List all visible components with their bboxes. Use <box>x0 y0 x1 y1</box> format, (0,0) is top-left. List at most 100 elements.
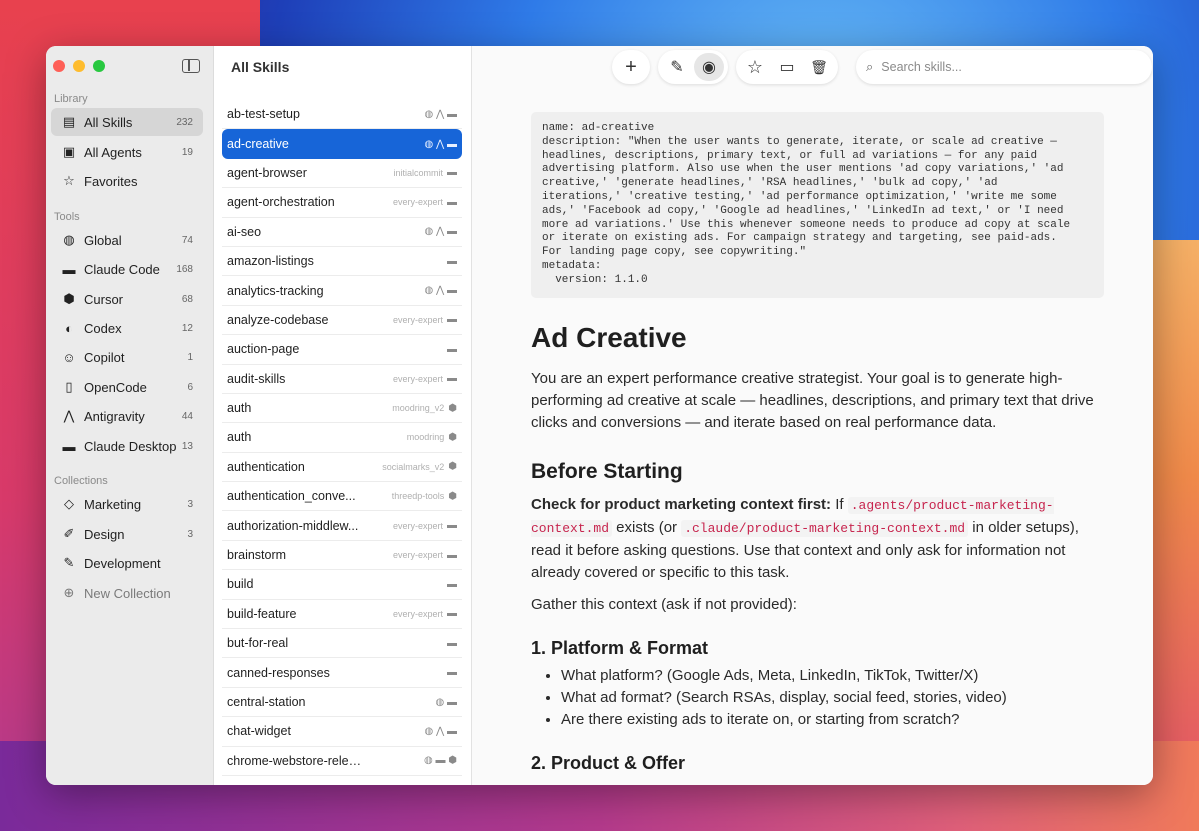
sidebar-toggle-icon[interactable] <box>182 59 200 73</box>
sidebar-item-all-agents[interactable]: ▣ All Agents 19 <box>51 138 203 166</box>
tool-badges-icon: ◍ ⋀ ▬ <box>424 138 458 150</box>
skill-name: auction-page <box>227 342 300 357</box>
toolbar: + ✎ ◉ ☆ ▭ 🗑 <box>612 50 838 84</box>
sidebar-item-claude-code[interactable]: ▬ Claude Code 168 <box>51 255 203 283</box>
sidebar-item-count: 3 <box>187 528 193 540</box>
skill-name: ab-test-setup <box>227 107 300 122</box>
tool-badges-icon: ⬢ <box>448 490 457 502</box>
skill-list-row[interactable]: authorization-middlew... every-expert ▬ <box>222 511 462 541</box>
favorite-button[interactable]: ☆ <box>740 53 770 81</box>
sidebar-item-marketing[interactable]: ◇ Marketing 3 <box>51 490 203 518</box>
skill-source-tag: every-expert <box>392 608 443 619</box>
skill-name: analytics-tracking <box>227 283 324 298</box>
skill-list-row[interactable]: authentication_conve... threedp-tools ⬢ <box>222 482 462 512</box>
delete-button[interactable]: 🗑 <box>804 53 834 81</box>
skill-name: central-station <box>227 695 306 709</box>
sidebar-item-copilot[interactable]: ☺ Copilot 1 <box>51 343 203 371</box>
skill-name: but-for-real <box>227 636 289 651</box>
sidebar-item-favorites[interactable]: ☆ Favorites <box>51 167 203 195</box>
sidebar-item-label: All Skills <box>84 114 133 130</box>
tool-badges-icon: ▬ <box>447 608 457 620</box>
preview-mode-button[interactable]: ◉ <box>694 53 724 81</box>
sidebar-item-label: Favorites <box>84 173 138 189</box>
sidebar-item-claude-desktop[interactable]: ▬ Claude Desktop 13 <box>51 432 203 460</box>
wrench-icon: ✎ <box>63 555 75 570</box>
minimize-window-button[interactable] <box>73 60 85 72</box>
platform-format-heading: 1. Platform & Format <box>531 637 709 658</box>
add-skill-button[interactable]: + <box>616 53 646 81</box>
skill-source-tag: every-expert <box>392 373 443 384</box>
skill-list-row[interactable]: ab-test-setup ◍ ⋀ ▬ <box>222 100 462 130</box>
collections-section-label: Collections <box>54 475 108 487</box>
skill-source-tag: initialcommit <box>393 167 443 178</box>
library-section-label: Library <box>54 93 88 105</box>
search-input[interactable] <box>881 60 1122 74</box>
eye-icon: ◉ <box>702 59 716 76</box>
tool-badges-icon: ◍ ⋀ ▬ <box>424 226 458 238</box>
skill-list-row[interactable]: build-feature every-expert ▬ <box>222 600 462 630</box>
tool-badges-icon: ◍ ▬ <box>435 696 457 708</box>
sidebar-item-antigravity[interactable]: ⋀ Antigravity 44 <box>51 402 203 430</box>
skill-list-row[interactable]: analyze-codebase every-expert ▬ <box>222 306 462 336</box>
skill-list-row[interactable]: chrome-webstore-release-... ◍ ▬ ⬢ <box>222 747 462 776</box>
actions-group: ☆ ▭ 🗑 <box>736 50 838 84</box>
skill-source-tag: every-expert <box>392 550 443 561</box>
sidebar-item-opencode[interactable]: ▯ OpenCode 6 <box>51 373 203 401</box>
skill-source-tag: socialmarks_v2 <box>382 461 445 472</box>
skills-list-panel: All Skills ab-test-setup ◍ ⋀ ▬ ad-creative… <box>214 46 472 785</box>
skill-list-row[interactable]: authentication socialmarks_v2 ⬢ <box>222 453 462 483</box>
sidebar-item-label: Marketing <box>84 496 142 512</box>
skill-list-row[interactable]: agent-orchestration every-expert ▬ <box>222 188 462 218</box>
skill-list-row[interactable]: build ▬ <box>222 570 462 600</box>
edit-mode-button[interactable]: ✎ <box>662 53 692 81</box>
antigravity-icon: ⋀ <box>63 408 75 423</box>
skill-list-row[interactable]: brainstorm every-expert ▬ <box>222 541 462 571</box>
search-icon: ⌕ <box>866 59 874 74</box>
sidebar-item-label: Cursor <box>84 291 124 307</box>
skill-list-row[interactable]: auth moodring ⬢ <box>222 423 462 453</box>
skill-list-row[interactable]: audit-skills every-expert ▬ <box>222 365 462 394</box>
sidebar-item-codex[interactable]: ◐ Codex 12 <box>51 314 203 342</box>
gather-paragraph: Gather this context (ask if not provided… <box>531 595 797 613</box>
sidebar-item-design[interactable]: ✐ Design 3 <box>51 520 203 548</box>
intro-paragraph: You are an expert performance creative s… <box>531 369 1094 431</box>
skill-list-row[interactable]: but-for-real ▬ <box>222 629 462 659</box>
sidebar-item-count: 44 <box>181 410 193 422</box>
list-title: All Skills <box>231 59 290 75</box>
skill-list-row[interactable]: agent-browser initialcommit ▬ <box>222 159 462 189</box>
sidebar-item-label: Development <box>84 555 161 571</box>
tool-badges-icon: ◍ ⋀ ▬ <box>424 108 458 120</box>
skill-list-row[interactable]: auth moodring_v2 ⬢ <box>222 394 462 424</box>
sidebar-item-label: Codex <box>84 320 122 336</box>
skill-list-row[interactable]: auction-page ▬ <box>222 335 462 365</box>
context-bold-lead: Check for product marketing context firs… <box>531 495 832 513</box>
skill-list-row[interactable]: ad-creative ◍ ⋀ ▬ <box>222 129 462 159</box>
new-collection-button[interactable]: ⊕ New Collection <box>51 579 203 607</box>
sidebar-item-cursor[interactable]: ⬢ Cursor 68 <box>51 285 203 313</box>
zoom-window-button[interactable] <box>93 60 105 72</box>
sidebar-item-all-skills[interactable]: ▤ All Skills 232 <box>51 108 203 136</box>
frontmatter-code-block: name: ad-creative description: "When the… <box>531 112 1104 298</box>
skill-list-row[interactable]: ai-seo ◍ ⋀ ▬ <box>222 218 462 247</box>
skill-list-row[interactable]: canned-responses ▬ <box>222 658 462 688</box>
sidebar-item-label: Design <box>84 526 125 542</box>
sidebar-item-development[interactable]: ✎ Development <box>51 549 203 577</box>
skill-list-row[interactable]: chat-widget ◍ ⋀ ▬ <box>222 717 462 747</box>
skill-name: ad-creative <box>227 137 289 152</box>
skill-list-row[interactable]: central-station ◍ ▬ <box>222 688 462 718</box>
tool-badges-icon: ◍ ⋀ ▬ <box>424 725 458 737</box>
skill-list-row[interactable]: amazon-listings ▬ <box>222 247 462 277</box>
skill-list-row[interactable]: analytics-tracking ◍ ⋀ ▬ <box>222 276 462 306</box>
close-window-button[interactable] <box>53 60 65 72</box>
reveal-folder-button[interactable]: ▭ <box>772 53 802 81</box>
document-icon: ▤ <box>62 114 76 129</box>
skill-name: agent-browser <box>227 165 307 180</box>
skill-name: audit-skills <box>227 371 286 386</box>
skill-source-tag: every-expert <box>392 520 443 531</box>
list-item: What platform? (Google Ads, Meta, Linked… <box>561 665 1104 687</box>
sidebar-item-count: 3 <box>187 498 193 510</box>
add-group: + <box>612 50 650 84</box>
sidebar-item-global[interactable]: ◍ Global 74 <box>51 226 203 254</box>
skill-name: auth <box>227 401 252 416</box>
skill-name: agent-orchestration <box>227 195 335 210</box>
